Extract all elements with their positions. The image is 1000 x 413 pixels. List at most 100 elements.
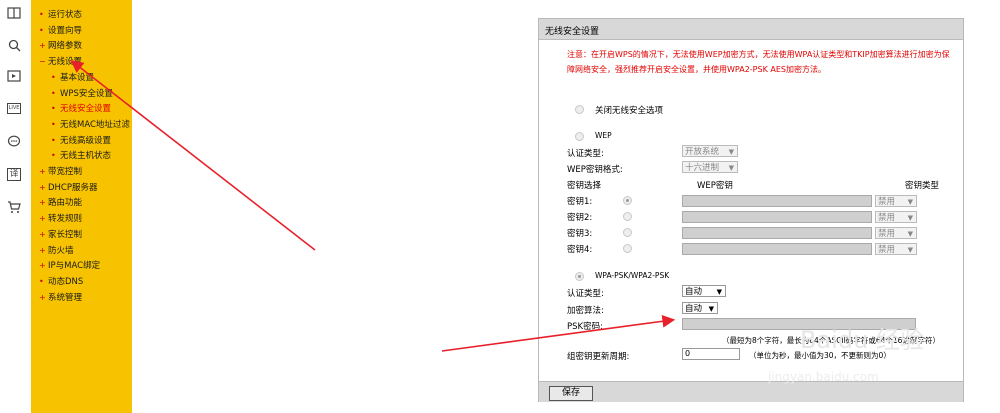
col-key-type: 密钥类型 bbox=[905, 181, 940, 191]
chevron-down-icon: ▼ bbox=[728, 164, 734, 172]
chevron-down-icon: ▼ bbox=[907, 198, 913, 206]
nav-marker: + bbox=[39, 41, 46, 51]
nav-item[interactable]: + IP与MAC绑定 bbox=[39, 260, 100, 272]
wep-key-label: 密钥1: bbox=[567, 197, 593, 207]
wpa-auth-select[interactable]: 自动 ▼ bbox=[682, 285, 726, 297]
router-nav-menu: • 运行状态 • 设置向导 + 网络参数 − 无线设置 • 基本设置 • WPS安全设置 • 无线安全设置… bbox=[31, 0, 132, 413]
nav-item[interactable]: + DHCP服务器 bbox=[39, 182, 98, 194]
renew-label: 组密钥更新周期: bbox=[567, 352, 630, 362]
chevron-down-icon: ▼ bbox=[716, 288, 722, 296]
nav-marker: + bbox=[39, 229, 46, 239]
nav-marker: + bbox=[39, 214, 46, 224]
wep-key-input[interactable] bbox=[682, 243, 872, 255]
nav-item-label: WPS安全设置 bbox=[60, 88, 113, 99]
nav-item-label: 无线MAC地址过滤 bbox=[60, 119, 130, 130]
book-icon[interactable] bbox=[5, 4, 23, 22]
chevron-down-icon: ▼ bbox=[907, 214, 913, 222]
wep-key-type-select[interactable]: 禁用 ▼ bbox=[875, 195, 917, 207]
wep-key-input[interactable] bbox=[682, 195, 872, 207]
nav-marker: + bbox=[39, 245, 46, 255]
nav-item-label: 路由功能 bbox=[48, 198, 83, 209]
nav-marker: + bbox=[39, 292, 46, 302]
nav-item[interactable]: • 设置向导 bbox=[39, 25, 82, 37]
wep-key-label: 密钥2: bbox=[567, 213, 593, 223]
chevron-down-icon: ▼ bbox=[907, 230, 913, 238]
wep-key-radio[interactable] bbox=[623, 228, 632, 237]
nav-item[interactable]: • 无线MAC地址过滤 bbox=[51, 119, 130, 131]
nav-marker: • bbox=[39, 25, 44, 35]
wep-format-label: WEP密钥格式: bbox=[567, 165, 623, 175]
nav-item[interactable]: • 基本设置 bbox=[51, 72, 94, 84]
renew-period-input[interactable]: 0 bbox=[682, 348, 740, 360]
nav-marker: • bbox=[39, 276, 44, 286]
chat-icon[interactable] bbox=[5, 132, 23, 150]
nav-item-label: 无线高级设置 bbox=[60, 135, 112, 146]
nav-marker: • bbox=[51, 119, 56, 129]
wep-key-type-select[interactable]: 禁用 ▼ bbox=[875, 243, 917, 255]
psk-label: PSK密码: bbox=[567, 322, 603, 332]
translate-icon[interactable]: 译 bbox=[5, 165, 23, 183]
nav-item[interactable]: • 无线安全设置 bbox=[51, 103, 111, 115]
nav-marker: • bbox=[51, 88, 56, 98]
video-icon[interactable] bbox=[5, 67, 23, 85]
nav-item-label: 运行状态 bbox=[48, 10, 83, 20]
nav-marker: • bbox=[51, 104, 56, 114]
nav-item-label: 设置向导 bbox=[48, 25, 83, 36]
radio-security-off[interactable] bbox=[575, 105, 584, 114]
wep-auth-label: 认证类型: bbox=[567, 149, 604, 159]
wep-format-value: 十六进制 bbox=[685, 163, 720, 173]
nav-item-label: 家长控制 bbox=[48, 229, 83, 240]
wep-key-radio[interactable] bbox=[623, 212, 632, 221]
nav-item-label: 动态DNS bbox=[48, 276, 84, 287]
nav-item[interactable]: + 家长控制 bbox=[39, 229, 82, 241]
nav-item-label: 带宽控制 bbox=[48, 167, 83, 177]
nav-item[interactable]: + 带宽控制 bbox=[39, 166, 82, 178]
search-icon[interactable] bbox=[5, 36, 23, 54]
nav-item[interactable]: + 系统管理 bbox=[39, 292, 82, 304]
chevron-down-icon: ▼ bbox=[728, 148, 734, 156]
nav-item[interactable]: • WPS安全设置 bbox=[51, 88, 113, 100]
col-key-select: 密钥选择 bbox=[567, 181, 602, 191]
nav-item[interactable]: + 防火墙 bbox=[39, 245, 74, 257]
nav-item[interactable]: • 动态DNS bbox=[39, 276, 83, 288]
nav-item[interactable]: − 无线设置 bbox=[39, 56, 82, 68]
wep-key-input[interactable] bbox=[682, 227, 872, 239]
wep-key-radio[interactable] bbox=[623, 196, 632, 205]
wep-key-type-select[interactable]: 禁用 ▼ bbox=[875, 211, 917, 223]
nav-marker: + bbox=[39, 261, 46, 271]
panel-header: 无线安全设置 bbox=[539, 19, 963, 40]
nav-marker: • bbox=[51, 72, 56, 82]
col-wep-key: WEP密钥 bbox=[697, 181, 733, 191]
wep-key-type-select[interactable]: 禁用 ▼ bbox=[875, 227, 917, 239]
nav-item-label: DHCP服务器 bbox=[48, 182, 98, 193]
wep-auth-value: 开放系统 bbox=[685, 147, 720, 157]
live-icon[interactable]: LIVE bbox=[5, 99, 23, 117]
security-notice: 注意：在开启WPS的情况下，无法使用WEP加密方式，无法使用WPA认证类型和TK… bbox=[567, 50, 950, 74]
browser-sidebar: LIVE 译 bbox=[0, 0, 28, 413]
nav-item[interactable]: + 转发规则 bbox=[39, 213, 82, 225]
panel-title: 无线安全设置 bbox=[545, 27, 600, 37]
nav-item[interactable]: + 路由功能 bbox=[39, 197, 82, 209]
radio-wpa-psk[interactable] bbox=[575, 272, 584, 281]
wep-format-select[interactable]: 十六进制 ▼ bbox=[682, 161, 738, 173]
nav-item-label: 无线主机状态 bbox=[60, 151, 112, 162]
nav-item[interactable]: • 无线主机状态 bbox=[51, 150, 111, 162]
baidu-watermark: Baidu 经验 bbox=[800, 326, 924, 354]
wep-key-radio[interactable] bbox=[623, 244, 632, 253]
nav-item[interactable]: + 网络参数 bbox=[39, 40, 82, 52]
save-button[interactable]: 保存 bbox=[549, 386, 593, 401]
nav-item-label: 转发规则 bbox=[48, 214, 83, 225]
cart-icon[interactable] bbox=[5, 198, 23, 216]
nav-item[interactable]: • 无线高级设置 bbox=[51, 135, 111, 147]
wep-auth-select[interactable]: 开放系统 ▼ bbox=[682, 145, 738, 157]
nav-marker: + bbox=[39, 167, 46, 176]
baidu-watermark-url: jingyan.baidu.com bbox=[768, 370, 879, 384]
radio-wep[interactable] bbox=[575, 132, 584, 141]
wep-key-type-value: 禁用 bbox=[878, 245, 896, 255]
wep-key-input[interactable] bbox=[682, 211, 872, 223]
nav-item[interactable]: • 运行状态 bbox=[39, 9, 82, 21]
wep-key-label: 密钥4: bbox=[567, 245, 593, 255]
wpa-enc-select[interactable]: 自动 ▼ bbox=[682, 302, 718, 314]
save-bar: 保存 bbox=[539, 381, 963, 402]
security-off-label: 关闭无线安全选项 bbox=[595, 106, 664, 116]
